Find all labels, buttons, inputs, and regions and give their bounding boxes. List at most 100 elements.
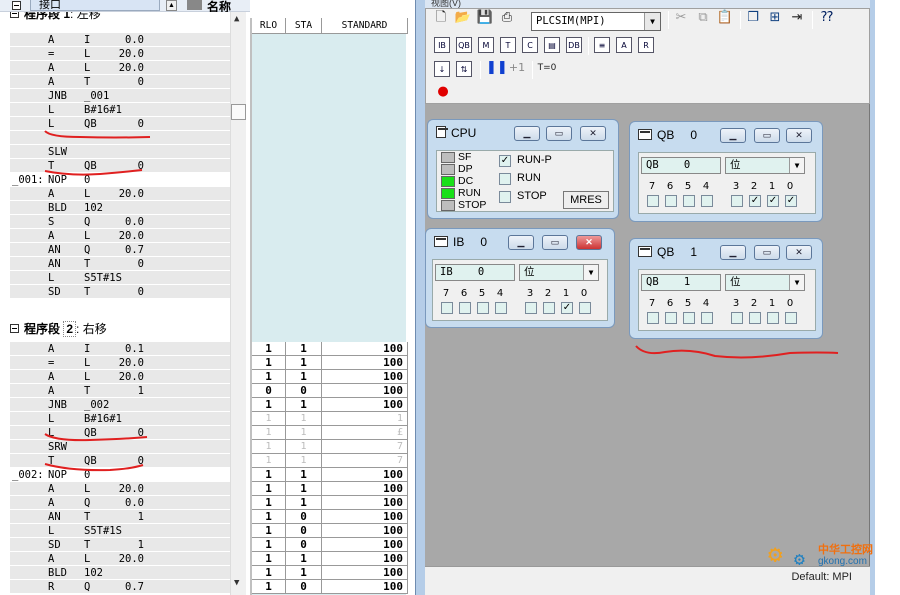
mode-checkbox-run[interactable] xyxy=(499,173,511,185)
copy-icon[interactable]: ⧉ xyxy=(694,9,712,27)
paste-icon[interactable]: 📋 xyxy=(716,9,734,27)
bit-checkbox[interactable] xyxy=(495,302,507,314)
insert-counter-icon[interactable]: C xyxy=(522,37,538,53)
insert-bit-memory-icon[interactable]: M xyxy=(478,37,494,53)
stl-line[interactable]: A L 20.0 xyxy=(0,229,246,243)
collapse-icon[interactable] xyxy=(12,1,21,10)
close-icon[interactable]: ✕ xyxy=(786,245,812,260)
bit-checkbox[interactable] xyxy=(647,312,659,324)
stl-line[interactable]: A L 20.0 xyxy=(0,552,246,566)
bit-checkbox[interactable] xyxy=(525,302,537,314)
minimize-icon[interactable]: ▁ xyxy=(508,235,534,250)
address-field[interactable]: QB 1 xyxy=(641,274,721,291)
stl-line[interactable]: _001: NOP 0 xyxy=(0,173,246,187)
bit-checkbox[interactable]: ✓ xyxy=(767,195,779,207)
bit-checkbox[interactable] xyxy=(647,195,659,207)
chevron-down-icon[interactable]: ▼ xyxy=(644,13,660,30)
stl-line[interactable]: _002: NOP 0 xyxy=(0,468,246,482)
mode-checkbox-run-p[interactable]: ✓ xyxy=(499,155,511,167)
stl-line[interactable]: SLW xyxy=(0,145,246,159)
bit-checkbox[interactable] xyxy=(701,312,713,324)
spin-arrows-icon[interactable]: ▲ xyxy=(166,0,177,11)
format-select[interactable]: 位 ▼ xyxy=(725,157,805,174)
stl-line[interactable]: L QB 0 xyxy=(0,426,246,440)
bit-checkbox[interactable] xyxy=(683,312,695,324)
maximize-icon[interactable]: ▭ xyxy=(754,245,780,260)
bit-checkbox[interactable] xyxy=(543,302,555,314)
stl-line[interactable]: L B#16#1 xyxy=(0,412,246,426)
stl-line[interactable]: A L 20.0 xyxy=(0,187,246,201)
stl-line[interactable]: T QB 0 xyxy=(0,454,246,468)
open-folder-icon[interactable]: 📂 xyxy=(454,9,472,27)
stl-editor[interactable]: 程序段 1: 左移 A I 0.0 = L 20.0 A L 20.0 A T 0 JNB _001 L B#… xyxy=(0,12,246,595)
maximize-icon[interactable]: ▭ xyxy=(754,128,780,143)
insert-accumulators-icon[interactable]: A xyxy=(616,37,632,53)
close-icon[interactable]: ✕ xyxy=(580,126,606,141)
bit-checkbox[interactable] xyxy=(731,195,743,207)
address-field[interactable]: IB 0 xyxy=(435,264,515,281)
stl-line[interactable]: A L 20.0 xyxy=(0,370,246,384)
stl-line[interactable]: SD T 0 xyxy=(0,285,246,299)
save-icon[interactable]: 💾 xyxy=(476,9,494,27)
bit-checkbox[interactable] xyxy=(579,302,591,314)
format-select[interactable]: 位 ▼ xyxy=(725,274,805,291)
stl-line[interactable]: T QB 0 xyxy=(0,159,246,173)
insert-output-icon[interactable]: QB xyxy=(456,37,472,53)
stl-line[interactable]: A T 1 xyxy=(0,384,246,398)
record-icon[interactable]: ● xyxy=(434,83,452,101)
bit-checkbox[interactable]: ✓ xyxy=(785,195,797,207)
mres-button[interactable]: MRES xyxy=(563,191,609,209)
minimize-icon[interactable]: ▁ xyxy=(514,126,540,141)
segment-2-title[interactable]: 程序段 2: 右移 xyxy=(10,320,107,337)
chevron-down-icon[interactable]: ▼ xyxy=(789,158,804,173)
stl-line[interactable]: L B#16#1 xyxy=(0,103,246,117)
scroll-down-icon[interactable]: ▼ xyxy=(234,578,239,588)
bit-checkbox[interactable]: ✓ xyxy=(561,302,573,314)
collapse-icon[interactable] xyxy=(10,12,19,18)
collapse-icon[interactable] xyxy=(10,324,19,333)
bit-checkbox[interactable] xyxy=(665,312,677,324)
minimize-icon[interactable]: ▁ xyxy=(720,128,746,143)
cut-icon[interactable]: ✂ xyxy=(672,9,690,27)
chevron-down-icon[interactable]: ▼ xyxy=(789,275,804,290)
mode-checkbox-stop[interactable] xyxy=(499,191,511,203)
bit-checkbox[interactable] xyxy=(477,302,489,314)
close-icon[interactable]: ✕ xyxy=(576,235,602,250)
print-icon[interactable]: ⎙ xyxy=(498,9,516,27)
stl-line[interactable]: SD T 1 xyxy=(0,538,246,552)
bit-checkbox[interactable]: ✓ xyxy=(749,195,761,207)
help-icon[interactable]: ⁇ xyxy=(818,9,836,27)
stl-line[interactable]: JNB _001 xyxy=(0,89,246,103)
next-scan-button[interactable]: +1 xyxy=(508,59,526,77)
reset-timers-button[interactable]: T=0 xyxy=(536,59,558,77)
stl-line[interactable]: L S5T#1S xyxy=(0,271,246,285)
stl-line[interactable]: A Q 0.0 xyxy=(0,496,246,510)
stl-line[interactable]: AN T 1 xyxy=(0,510,246,524)
insert-timer-icon[interactable]: T xyxy=(500,37,516,53)
cpu-window[interactable]: CPU ▁ ▭ ✕ SF DP DC RUN STOP ✓ RUN-P RUN STOP MR… xyxy=(427,119,619,219)
insert-general-icon[interactable]: ▤ xyxy=(544,37,560,53)
maximize-icon[interactable]: ▭ xyxy=(542,235,568,250)
qb0-window[interactable]: QB 0 ▁ ▭ ✕ QB 0 位 ▼ 7 6 5 4 3 2 ✓ 1 ✓ 0 ✓ xyxy=(629,121,823,222)
insert-input-icon[interactable]: IB xyxy=(434,37,450,53)
connection-select[interactable]: PLCSIM(MPI) ▼ xyxy=(531,12,661,31)
scroll-thumb[interactable] xyxy=(231,104,246,120)
stl-line[interactable]: A I 0.0 xyxy=(0,33,246,47)
qb1-window[interactable]: QB 1 ▁ ▭ ✕ QB 1 位 ▼ 7 6 5 4 3 2 1 0 xyxy=(629,238,823,339)
close-icon[interactable]: ✕ xyxy=(786,128,812,143)
stl-line[interactable]: R Q 0.7 xyxy=(0,580,246,594)
stl-line[interactable]: JNB _002 xyxy=(0,398,246,412)
stl-line[interactable]: L S5T#1S xyxy=(0,524,246,538)
bit-checkbox[interactable] xyxy=(749,312,761,324)
segment-1-title[interactable]: 程序段 1: 左移 xyxy=(10,12,101,22)
stl-line[interactable]: BLD 102 xyxy=(0,201,246,215)
pause-icon[interactable]: ❚❚ xyxy=(486,59,508,77)
maximize-icon[interactable]: ▭ xyxy=(546,126,572,141)
address-field[interactable]: QB 0 xyxy=(641,157,721,174)
bit-checkbox[interactable] xyxy=(701,195,713,207)
bit-checkbox[interactable] xyxy=(441,302,453,314)
stl-line[interactable]: AN Q 0.7 xyxy=(0,243,246,257)
bit-checkbox[interactable] xyxy=(459,302,471,314)
stl-line[interactable] xyxy=(0,131,246,145)
format-select[interactable]: 位 ▼ xyxy=(519,264,599,281)
